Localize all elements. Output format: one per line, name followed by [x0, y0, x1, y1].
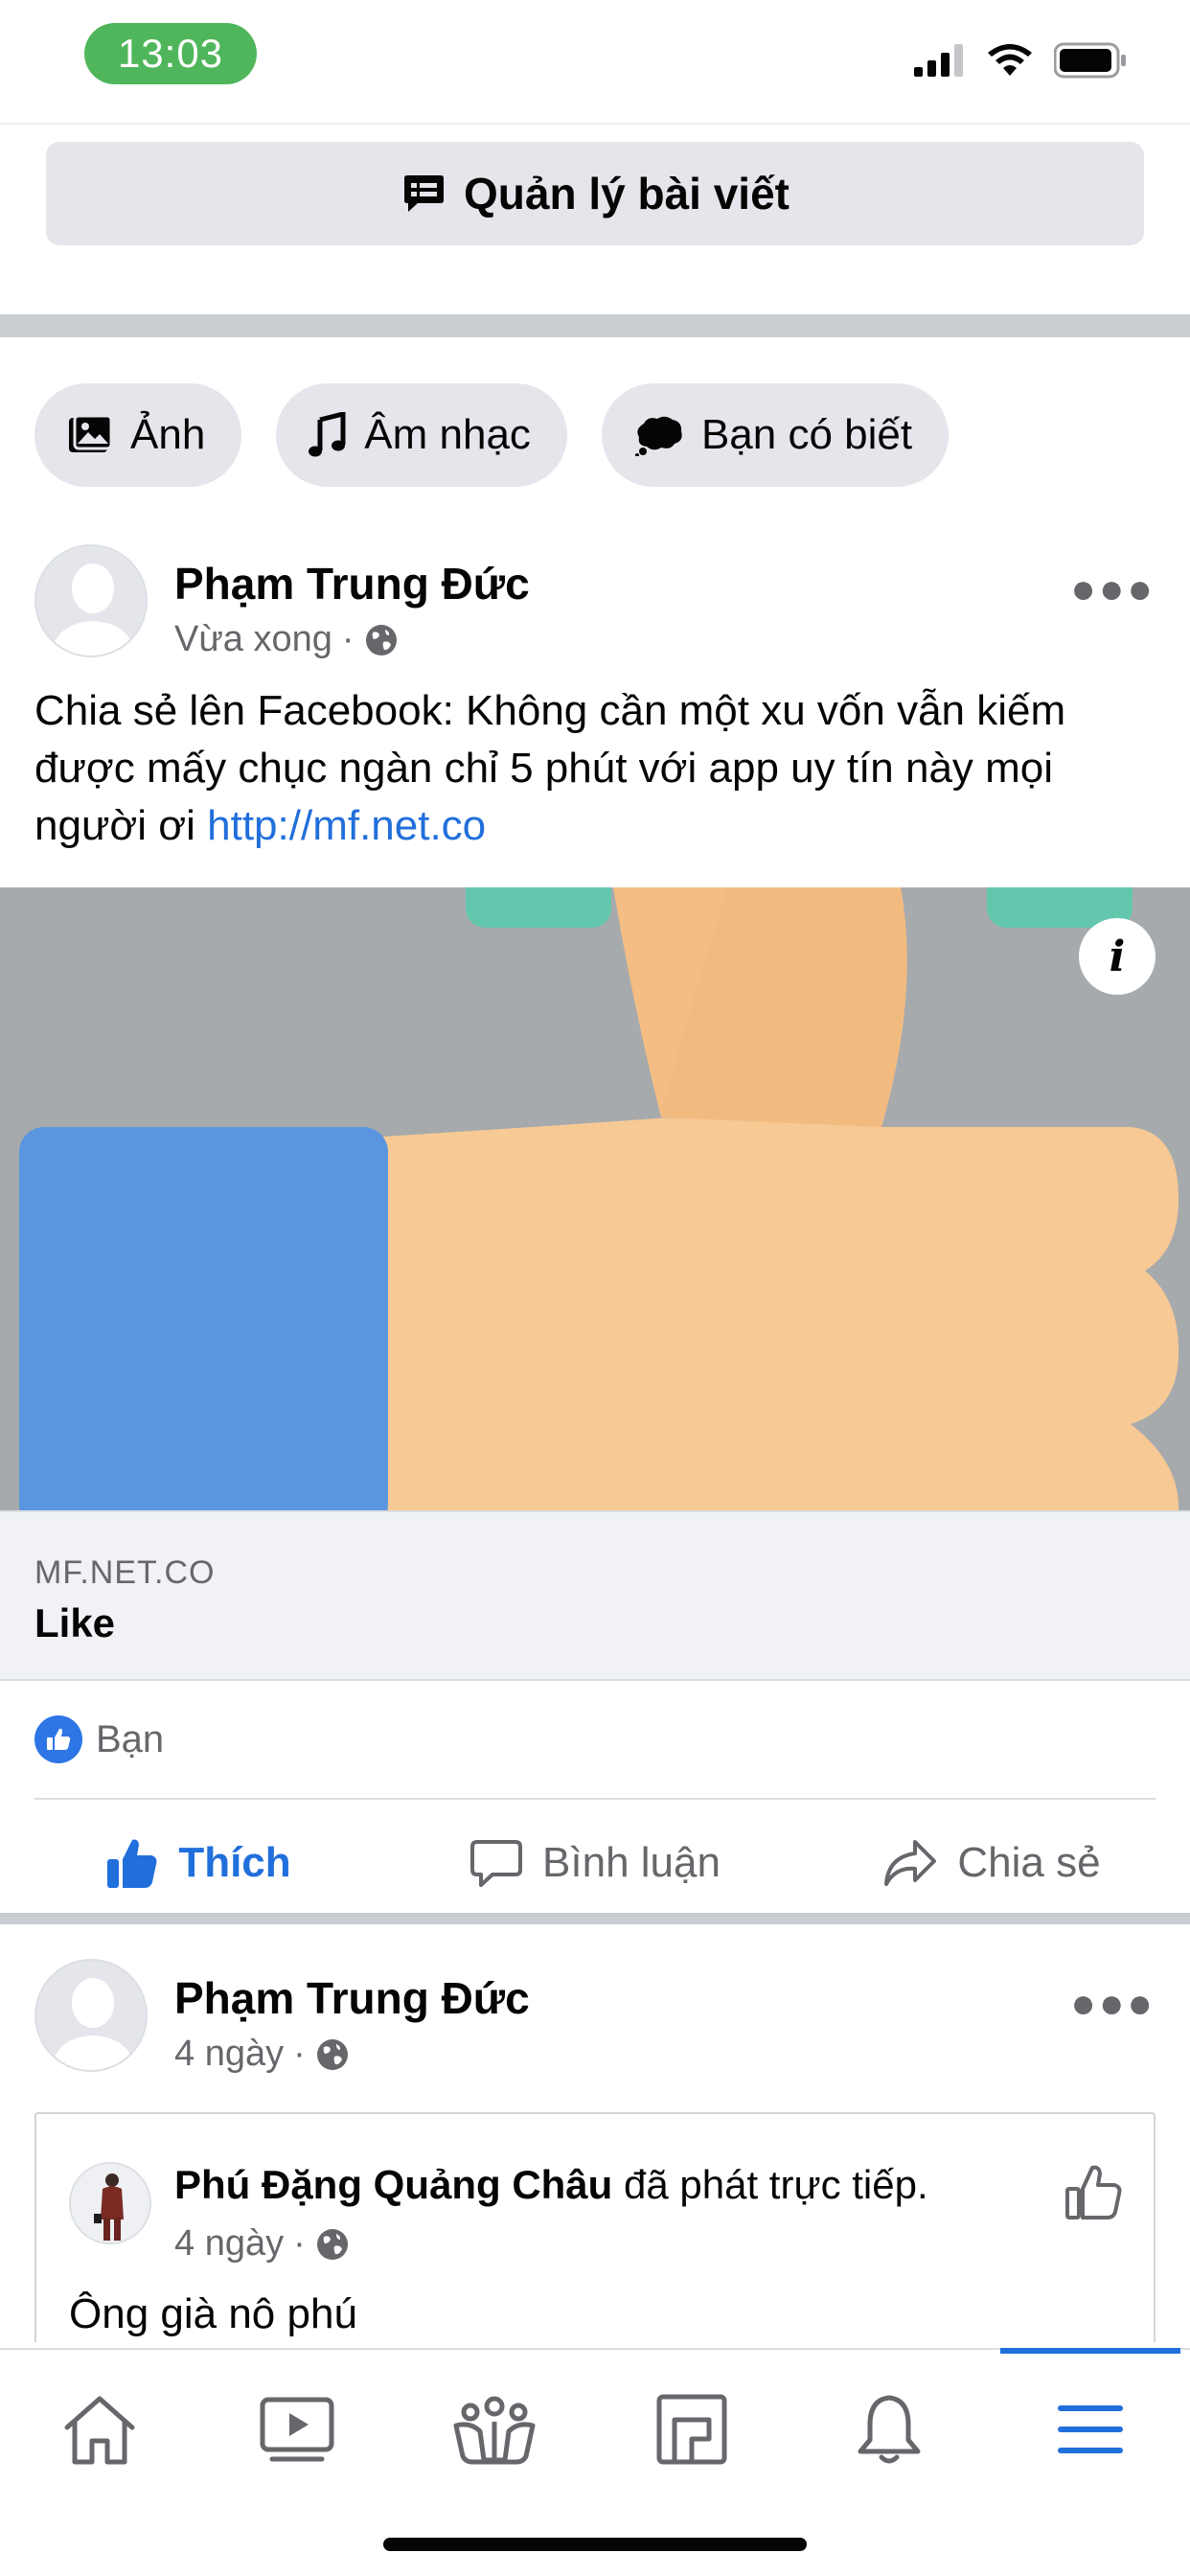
post-type-chips: Ảnh Âm nhạc Bạn có biết — [34, 383, 950, 487]
post1-header: Phạm Trung Đức Vừa xong · ●●● — [34, 544, 1156, 669]
shared-post-text: Ông già nô phú — [69, 2290, 357, 2337]
wifi-icon — [988, 44, 1032, 76]
video-icon — [260, 2397, 334, 2462]
link-domain: MF.NET.CO — [34, 1554, 216, 1591]
chip-did-you-know-label: Bạn có biết — [700, 411, 913, 458]
post2-header: Phạm Trung Đức 4 ngày · ●●● — [34, 1959, 1156, 2083]
shared-author-name[interactable]: Phú Đặng Quảng Châu — [174, 2162, 612, 2207]
post-separator — [0, 1913, 1190, 1924]
speech-bubble-icon — [634, 416, 682, 456]
active-tab-indicator — [1000, 2348, 1180, 2354]
tab-menu[interactable] — [1042, 2388, 1138, 2471]
shared-time[interactable]: 4 ngày — [174, 2223, 284, 2265]
like-reaction-icon — [34, 1715, 82, 1763]
manage-posts-icon — [404, 175, 444, 212]
bell-icon — [858, 2395, 921, 2464]
post2-author[interactable]: Phạm Trung Đức — [174, 1972, 530, 2024]
status-time: 13:03 — [84, 23, 257, 84]
thumbs-up-outline-icon — [1065, 2165, 1122, 2220]
chip-photo-label: Ảnh — [130, 411, 206, 458]
post2-avatar[interactable] — [34, 1959, 148, 2072]
manage-posts-label: Quản lý bài viết — [464, 169, 790, 218]
battery-icon — [1054, 42, 1126, 79]
link-preview-footer[interactable]: MF.NET.CO Like — [0, 1510, 1190, 1681]
music-note-icon — [309, 412, 346, 457]
chip-music-label: Âm nhạc — [364, 411, 531, 458]
manage-posts-section: Quản lý bài viết — [0, 126, 1190, 314]
post1-text: Chia sẻ lên Facebook: Không cần một xu v… — [34, 682, 1156, 855]
link-preview-image[interactable]: i — [0, 887, 1190, 1510]
meta-dot: · — [341, 619, 355, 659]
chip-did-you-know[interactable]: Bạn có biết — [601, 383, 950, 487]
post1-text-link[interactable]: http://mf.net.co — [207, 802, 486, 849]
tab-notifications[interactable] — [841, 2388, 937, 2471]
shared-like-page-button[interactable] — [1064, 2162, 1125, 2228]
post1-author[interactable]: Phạm Trung Đức — [174, 558, 530, 610]
comment-button[interactable]: Bình luận — [397, 1809, 793, 1917]
comment-label: Bình luận — [542, 1839, 721, 1886]
marketplace-icon — [656, 2394, 727, 2465]
actions-divider — [34, 1798, 1156, 1800]
photo-icon — [69, 414, 113, 452]
tab-video[interactable] — [249, 2388, 345, 2471]
chip-music[interactable]: Âm nhạc — [276, 383, 567, 487]
chip-photo[interactable]: Ảnh — [34, 383, 242, 487]
meta-dot: · — [293, 2034, 306, 2074]
home-icon — [64, 2396, 135, 2465]
post2-meta: 4 ngày · — [174, 2034, 350, 2075]
like-label: Thích — [178, 1839, 291, 1886]
thumbs-up-illustration — [19, 887, 1179, 1510]
status-bar: 13:03 — [0, 0, 1190, 125]
post1-time[interactable]: Vừa xong — [174, 619, 332, 660]
share-button[interactable]: Chia sẻ — [793, 1809, 1190, 1917]
tab-groups[interactable] — [446, 2388, 542, 2471]
like-button[interactable]: Thích — [0, 1809, 397, 1917]
default-avatar-icon — [36, 546, 146, 656]
groups-icon — [453, 2396, 536, 2465]
globe-icon — [316, 2038, 348, 2070]
tab-marketplace[interactable] — [644, 2388, 740, 2471]
default-avatar-icon — [36, 1961, 146, 2070]
section-separator — [0, 314, 1190, 337]
menu-icon — [1058, 2405, 1123, 2453]
post1-meta: Vừa xong · — [174, 619, 399, 660]
post1-actions: Thích Bình luận Chia sẻ — [0, 1809, 1190, 1917]
info-button[interactable]: i — [1079, 918, 1156, 995]
reactions-label: Bạn — [96, 1717, 165, 1760]
shared-post-meta: 4 ngày · — [174, 2223, 350, 2265]
shared-author-avatar[interactable] — [69, 2162, 151, 2244]
post2-more-button[interactable]: ●●● — [1070, 1980, 1156, 2028]
post1-more-button[interactable]: ●●● — [1070, 565, 1156, 613]
globe-icon — [316, 2228, 348, 2260]
person-photo-icon — [71, 2164, 149, 2242]
home-indicator — [383, 2538, 807, 2551]
thumbs-up-icon — [107, 1839, 157, 1888]
shared-action-text: đã phát trực tiếp. — [624, 2162, 928, 2207]
signal-icon — [914, 44, 963, 77]
globe-icon — [365, 624, 397, 656]
post1-avatar[interactable] — [34, 544, 148, 657]
shared-post-title: Phú Đặng Quảng Châu đã phát trực tiếp. — [174, 2162, 928, 2208]
share-icon — [884, 1840, 937, 1886]
shared-post[interactable]: Phú Đặng Quảng Châu đã phát trực tiếp. 4… — [34, 2112, 1156, 2342]
post1-reactions[interactable]: Bạn — [34, 1715, 164, 1763]
meta-dot: · — [293, 2223, 306, 2264]
post1-text-main: Chia sẻ lên Facebook: Không cần một xu v… — [34, 687, 1066, 849]
comment-icon — [470, 1840, 523, 1887]
status-icons — [914, 42, 1127, 79]
share-label: Chia sẻ — [957, 1839, 1101, 1886]
link-title: Like — [34, 1600, 116, 1645]
manage-posts-button[interactable]: Quản lý bài viết — [46, 142, 1144, 245]
tab-home[interactable] — [52, 2388, 148, 2471]
post2-time[interactable]: 4 ngày — [174, 2034, 284, 2075]
